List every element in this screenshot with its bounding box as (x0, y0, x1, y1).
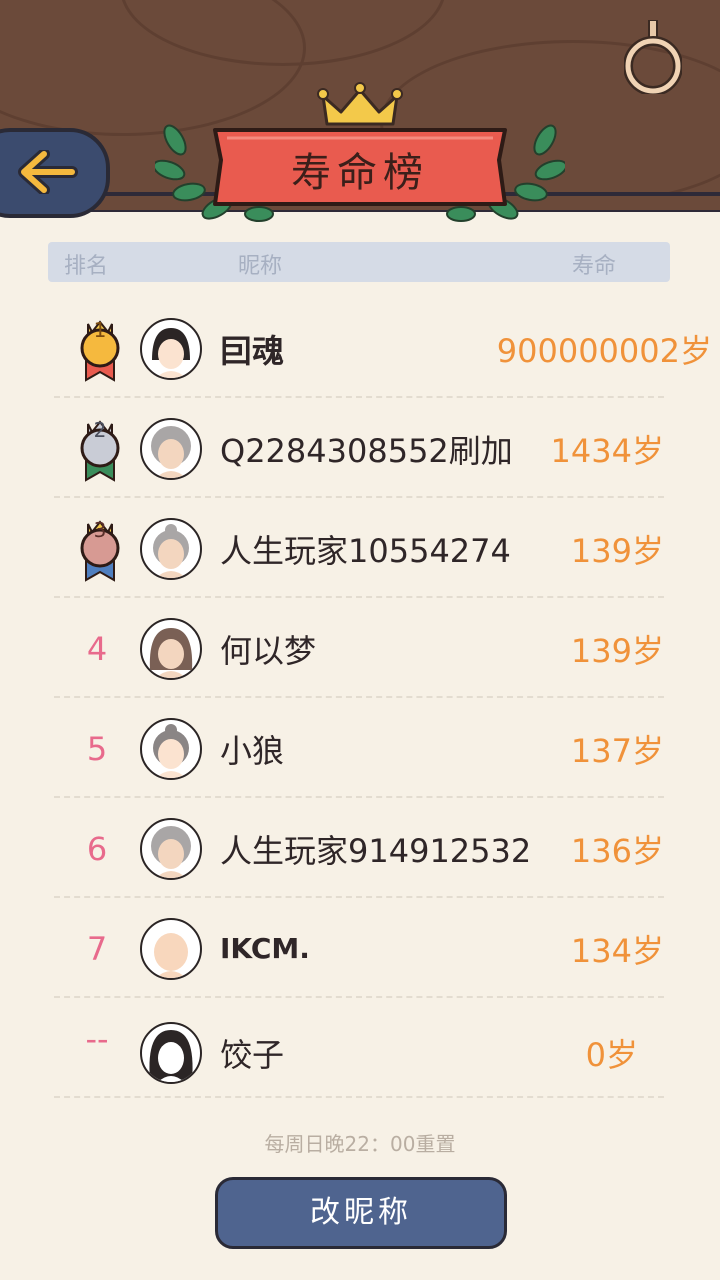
rank-number: -- (85, 1020, 109, 1058)
rank-number: 6 (86, 830, 108, 868)
nickname: 人生玩家10554274 (220, 532, 511, 570)
title-banner: 寿命榜 (152, 80, 568, 230)
nickname: 何以梦 (220, 632, 317, 670)
leaderboard-row-self: -- 饺子 0岁 (54, 998, 664, 1098)
leaderboard-row: 5 小狼 137岁 (54, 698, 664, 798)
leaderboard-row: 6 人生玩家914912532 136岁 (54, 798, 664, 898)
hanging-ring-icon (624, 20, 682, 94)
lifespan-value: 139岁 (570, 632, 664, 670)
lifespan-value: 136岁 (570, 832, 664, 870)
lifespan-value: 1434岁 (550, 432, 664, 470)
rank-number: 7 (86, 930, 108, 968)
nickname: Q2284308552刷加 (220, 432, 513, 470)
column-nickname: 昵称 (238, 254, 283, 279)
lifespan-value: 900000002岁 (496, 332, 712, 370)
avatar[interactable] (140, 918, 202, 980)
reset-note: 每周日晚22：00重置 (264, 1132, 456, 1156)
lifespan-value: 134岁 (570, 932, 664, 970)
lifespan-value: 137岁 (570, 732, 664, 770)
leaderboard-row: 1 囙魂 900000002岁 (54, 298, 712, 398)
back-button[interactable] (0, 128, 110, 218)
nickname: 饺子 (220, 1036, 285, 1074)
avatar[interactable] (140, 818, 202, 880)
column-lifespan: 寿命 (572, 254, 617, 279)
avatar[interactable] (140, 418, 202, 480)
column-rank: 排名 (64, 254, 109, 279)
nickname: 囙魂 (220, 332, 285, 370)
lifespan-value: 0岁 (585, 1036, 638, 1074)
nickname: IKCM. (220, 932, 310, 965)
avatar[interactable] (140, 618, 202, 680)
leaderboard-row: 7 IKCM. 134岁 (54, 898, 664, 998)
column-header: 排名 昵称 寿命 (48, 242, 670, 282)
avatar[interactable] (140, 518, 202, 580)
rename-button[interactable]: 改昵称 (215, 1177, 507, 1249)
avatar[interactable] (140, 318, 202, 380)
lifespan-value: 139岁 (570, 532, 664, 570)
leaderboard-row: 2 Q2284308552刷加 1434岁 (54, 398, 664, 498)
rank-number: 2 (93, 418, 107, 442)
page-title: 寿命榜 (291, 150, 429, 196)
arrow-left-icon (18, 150, 78, 194)
avatar[interactable] (140, 718, 202, 780)
nickname: 小狼 (220, 732, 285, 770)
leaderboard-row: 4 何以梦 139岁 (54, 598, 664, 698)
rank-number: 3 (93, 518, 107, 542)
rank-number: 1 (93, 318, 107, 342)
avatar[interactable] (140, 1022, 202, 1084)
rank-number: 4 (86, 630, 108, 668)
rank-number: 5 (86, 730, 108, 768)
leaderboard-row: 3 人生玩家10554274 139岁 (54, 498, 664, 598)
nickname: 人生玩家914912532 (220, 832, 532, 870)
